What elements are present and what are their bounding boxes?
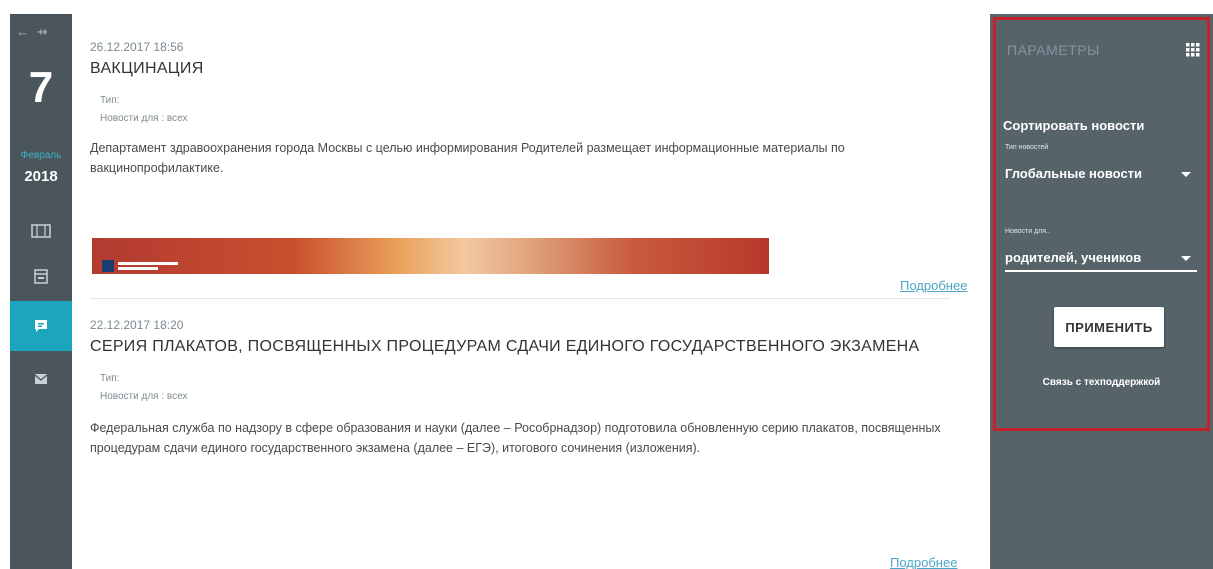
rail-item-news[interactable]	[10, 301, 72, 351]
rail-item-day[interactable]	[10, 251, 72, 301]
news-body: Федеральная служба по надзору в сфере об…	[90, 421, 941, 455]
news-audience-label: Новости для :	[100, 113, 165, 124]
news-feed: 26.12.2017 18:56 ВАКЦИНАЦИЯ Тип: Новости…	[72, 14, 990, 569]
dropdown-arrow-icon	[1181, 172, 1191, 177]
calendar-day-icon	[34, 269, 48, 284]
more-link[interactable]: Подробнее	[900, 278, 967, 293]
nav-arrows[interactable]: ← ⇸	[16, 24, 50, 40]
news-type: Тип:	[100, 95, 120, 106]
apply-button[interactable]: ПРИМЕНИТЬ	[1054, 307, 1164, 347]
news-title[interactable]: ВАКЦИНАЦИЯ	[90, 60, 970, 78]
support-link[interactable]: Связь с техподдержкой	[996, 377, 1207, 388]
news-audience-value: всех	[166, 113, 188, 124]
calendar-week-icon	[31, 224, 51, 238]
sort-label: Сортировать новости	[1003, 118, 1145, 133]
rail-item-week[interactable]	[10, 206, 72, 256]
news-body: Департамент здравоохранения города Москв…	[90, 141, 845, 175]
current-month: Февраль	[20, 150, 62, 161]
news-date: 26.12.2017 18:56	[90, 40, 184, 54]
news-audience: Новости для : всех	[100, 388, 970, 406]
current-day: 7	[28, 63, 54, 112]
news-type-label: Тип новостей	[1005, 144, 1049, 151]
params-title: ПАРАМЕТРЫ	[1007, 42, 1100, 58]
dropdown-arrow-icon	[1181, 256, 1191, 261]
news-date: 22.12.2017 18:20	[90, 318, 184, 332]
news-banner-image	[92, 238, 769, 274]
divider	[90, 298, 950, 299]
news-audience: Новости для : всех	[100, 110, 970, 128]
audience-label: Новости для..	[1005, 228, 1050, 235]
news-type: Тип:	[100, 373, 120, 384]
news-type-value: Глобальные новости	[1005, 166, 1143, 181]
news-item: 22.12.2017 18:20 СЕРИЯ ПЛАКАТОВ, ПОСВЯЩЕ…	[90, 318, 970, 458]
rail-item-mail[interactable]	[10, 354, 72, 404]
params-highlight-frame	[993, 17, 1210, 431]
news-audience-value: всех	[166, 391, 188, 402]
audience-select[interactable]: родителей, учеников	[1005, 246, 1197, 272]
left-rail: ← ⇸ 7 Февраль 2018	[10, 14, 72, 569]
news-title[interactable]: СЕРИЯ ПЛАКАТОВ, ПОСВЯЩЕННЫХ ПРОЦЕДУРАМ С…	[90, 338, 970, 356]
news-icon	[35, 320, 47, 332]
mail-icon	[34, 374, 48, 384]
apps-grid-icon[interactable]	[1186, 43, 1200, 57]
audience-value: родителей, учеников	[1005, 250, 1142, 265]
news-audience-label: Новости для :	[100, 391, 165, 402]
current-year: 2018	[24, 168, 58, 185]
news-type-select[interactable]: Глобальные новости	[1005, 162, 1197, 188]
more-link[interactable]: Подробнее	[890, 555, 957, 569]
department-logo	[102, 260, 182, 274]
news-item: 26.12.2017 18:56 ВАКЦИНАЦИЯ Тип: Новости…	[90, 40, 970, 178]
app-window: ← ⇸ 7 Февраль 2018 26.12.2017 18:56 ВАКЦ…	[0, 0, 1213, 569]
